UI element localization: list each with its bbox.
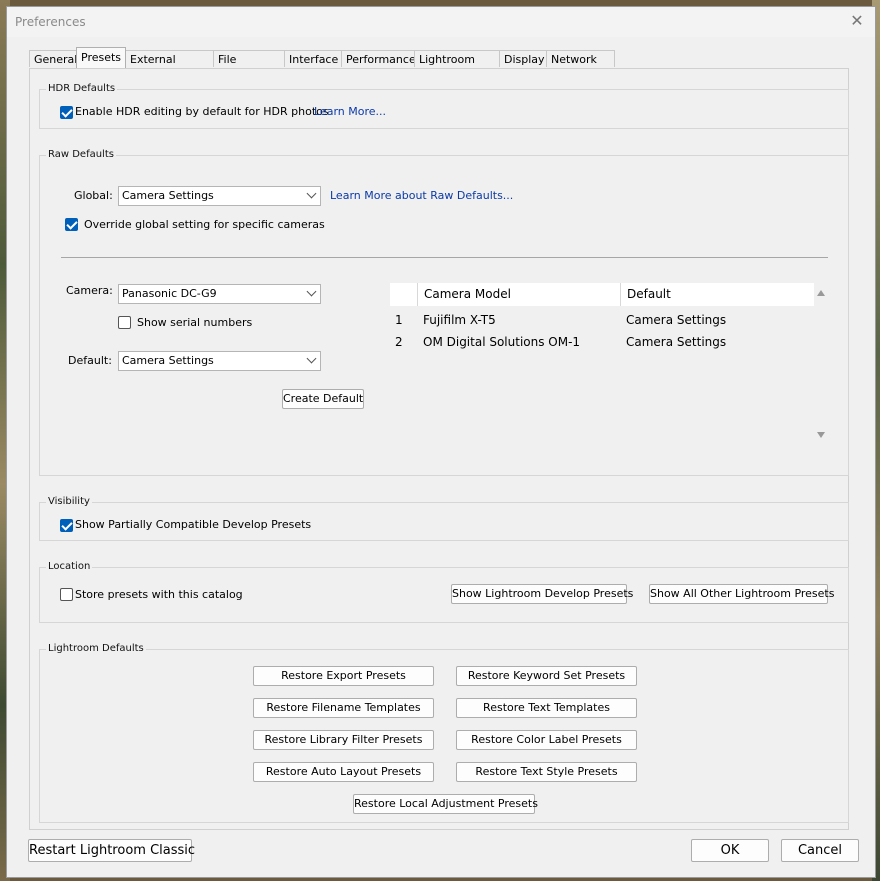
lightroom-defaults-title: Lightroom Defaults bbox=[46, 643, 146, 654]
restore-local-adjustment-presets-button[interactable]: Restore Local Adjustment Presets bbox=[353, 794, 538, 814]
hdr-defaults-group: HDR Defaults Enable HDR editing by defau… bbox=[39, 83, 849, 129]
hdr-learn-more-link[interactable]: Learn More... bbox=[314, 105, 386, 118]
camera-label: Camera: bbox=[66, 284, 113, 297]
window-title: Preferences bbox=[15, 15, 86, 29]
table-header-index bbox=[390, 283, 418, 306]
chevron-down-icon bbox=[306, 353, 317, 364]
presets-panel: HDR Defaults Enable HDR editing by defau… bbox=[29, 68, 849, 830]
divider bbox=[61, 257, 828, 258]
cancel-button[interactable]: Cancel bbox=[781, 839, 859, 862]
raw-learn-more-link[interactable]: Learn More about Raw Defaults... bbox=[330, 189, 513, 202]
tab-external-editing[interactable]: External Editing bbox=[125, 50, 214, 83]
location-group: Location Store presets with this catalog… bbox=[39, 561, 849, 623]
restore-export-presets-button[interactable]: Restore Export Presets bbox=[253, 666, 434, 686]
restore-filename-templates-button[interactable]: Restore Filename Templates bbox=[253, 698, 434, 718]
table-header-camera-model[interactable]: Camera Model bbox=[418, 283, 621, 306]
default-select-value: Camera Settings bbox=[122, 354, 214, 367]
raw-defaults-title: Raw Defaults bbox=[46, 149, 116, 160]
camera-defaults-table: Camera Model Default 1 Fujifilm X-T5 Cam… bbox=[390, 283, 830, 443]
restart-lightroom-button[interactable]: Restart Lightroom Classic bbox=[28, 839, 195, 862]
close-icon[interactable]: ✕ bbox=[847, 11, 867, 31]
raw-defaults-group: Raw Defaults Global: Camera Settings Lea… bbox=[39, 149, 849, 476]
show-develop-presets-button[interactable]: Show Lightroom Develop Presets bbox=[451, 584, 633, 604]
show-serial-label: Show serial numbers bbox=[137, 316, 253, 329]
title-bar: Preferences ✕ bbox=[7, 7, 875, 37]
restore-color-label-presets-button[interactable]: Restore Color Label Presets bbox=[456, 730, 637, 750]
restore-text-templates-button[interactable]: Restore Text Templates bbox=[456, 698, 637, 718]
show-other-presets-button[interactable]: Show All Other Lightroom Presets bbox=[649, 584, 834, 604]
visibility-title: Visibility bbox=[46, 496, 92, 507]
tab-presets[interactable]: Presets bbox=[76, 47, 126, 68]
show-partial-checkbox[interactable] bbox=[60, 519, 73, 532]
restore-library-filter-presets-button[interactable]: Restore Library Filter Presets bbox=[253, 730, 434, 750]
tab-interface[interactable]: Interface bbox=[284, 50, 342, 67]
scroll-up-arrow-icon[interactable] bbox=[817, 290, 825, 296]
default-select[interactable]: Camera Settings bbox=[118, 351, 321, 371]
camera-select[interactable]: Panasonic DC-G9 bbox=[118, 284, 321, 304]
table-header-default[interactable]: Default bbox=[621, 283, 814, 306]
override-global-checkbox[interactable] bbox=[65, 218, 78, 231]
scroll-down-arrow-icon[interactable] bbox=[817, 432, 825, 438]
table-cell-default[interactable]: Camera Settings bbox=[626, 335, 726, 349]
chevron-down-icon bbox=[306, 286, 317, 297]
tab-network[interactable]: Network bbox=[546, 50, 615, 67]
table-row-number: 2 bbox=[395, 335, 403, 349]
hdr-defaults-title: HDR Defaults bbox=[46, 83, 118, 94]
restore-text-style-presets-button[interactable]: Restore Text Style Presets bbox=[456, 762, 637, 782]
camera-select-value: Panasonic DC-G9 bbox=[122, 287, 217, 300]
tab-display[interactable]: Display bbox=[499, 50, 547, 67]
tab-performance[interactable]: Performance bbox=[341, 50, 416, 67]
show-partial-label: Show Partially Compatible Develop Preset… bbox=[75, 518, 312, 531]
visibility-group: Visibility Show Partially Compatible Dev… bbox=[39, 496, 849, 541]
tab-file-handling[interactable]: File Handling bbox=[213, 50, 285, 83]
preferences-window: Preferences ✕ General Presets External E… bbox=[6, 6, 876, 878]
enable-hdr-label: Enable HDR editing by default for HDR ph… bbox=[75, 105, 329, 118]
global-select-value: Camera Settings bbox=[122, 189, 214, 202]
override-global-label: Override global setting for specific cam… bbox=[84, 218, 325, 231]
create-default-button[interactable]: Create Default bbox=[282, 389, 364, 409]
default-label: Default: bbox=[68, 354, 112, 367]
tab-general[interactable]: General bbox=[29, 50, 77, 67]
tab-lightroom-sync[interactable]: Lightroom Sync bbox=[414, 50, 500, 83]
location-title: Location bbox=[46, 561, 93, 572]
restore-keyword-set-presets-button[interactable]: Restore Keyword Set Presets bbox=[456, 666, 637, 686]
chevron-down-icon bbox=[306, 188, 317, 199]
global-label: Global: bbox=[74, 189, 113, 202]
table-cell-default[interactable]: Camera Settings bbox=[626, 313, 726, 327]
store-with-catalog-checkbox[interactable] bbox=[60, 588, 73, 601]
show-serial-checkbox[interactable] bbox=[118, 316, 131, 329]
store-with-catalog-label: Store presets with this catalog bbox=[75, 588, 243, 601]
global-select[interactable]: Camera Settings bbox=[118, 186, 321, 206]
table-cell-model[interactable]: OM Digital Solutions OM-1 bbox=[423, 335, 580, 349]
table-cell-model[interactable]: Fujifilm X-T5 bbox=[423, 313, 496, 327]
ok-button[interactable]: OK bbox=[691, 839, 769, 862]
table-row-number: 1 bbox=[395, 313, 403, 327]
lightroom-defaults-group: Lightroom Defaults Restore Export Preset… bbox=[39, 643, 849, 823]
enable-hdr-checkbox[interactable] bbox=[60, 106, 73, 119]
restore-auto-layout-presets-button[interactable]: Restore Auto Layout Presets bbox=[253, 762, 434, 782]
